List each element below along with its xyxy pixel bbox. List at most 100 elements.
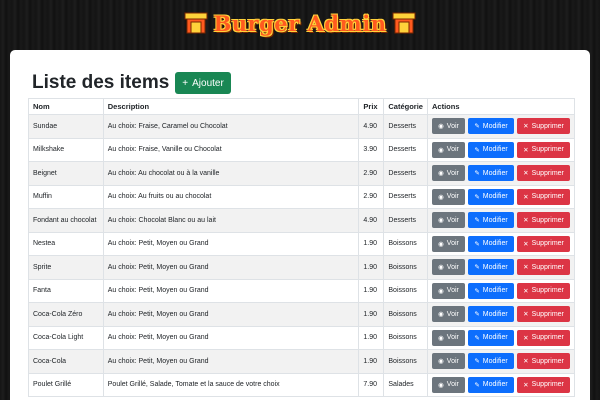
burger-shop-icon [184,12,208,34]
view-button[interactable]: ◉ Voir [432,235,465,252]
item-actions: ◉ Voir ✎ Modifier ✕ Supprimer [427,137,575,162]
edit-button[interactable]: ✎ Modifier [468,188,514,205]
brand-title: Burger Admin [213,10,387,36]
edit-button[interactable]: ✎ Modifier [468,212,514,229]
eye-icon: ◉ [438,217,444,225]
table-header-row: Nom Description Prix Catégorie Actions [28,98,575,115]
edit-button[interactable]: ✎ Modifier [468,235,514,252]
edit-label: Modifier [482,357,508,365]
edit-button[interactable]: ✎ Modifier [468,165,514,182]
edit-label: Modifier [482,240,508,248]
delete-label: Supprimer [531,169,564,177]
items-card: Liste des items + Ajouter Nom Descriptio… [10,50,590,400]
delete-button[interactable]: ✕ Supprimer [517,141,570,158]
pencil-icon: ✎ [474,358,480,366]
edit-button[interactable]: ✎ Modifier [468,329,514,346]
view-button[interactable]: ◉ Voir [432,141,465,158]
x-icon: ✕ [523,358,529,366]
delete-button[interactable]: ✕ Supprimer [517,329,570,346]
view-button[interactable]: ◉ Voir [432,353,465,370]
view-button[interactable]: ◉ Voir [432,376,465,393]
delete-button[interactable]: ✕ Supprimer [517,282,570,299]
header-name: Nom [28,98,104,115]
edit-label: Modifier [482,310,508,318]
view-label: Voir [446,169,459,177]
item-category: Desserts [383,184,428,209]
item-name: Beignet [28,161,104,186]
delete-button[interactable]: ✕ Supprimer [517,235,570,252]
edit-label: Modifier [482,146,508,154]
edit-button[interactable]: ✎ Modifier [468,141,514,158]
x-icon: ✕ [523,170,529,178]
item-actions: ◉ Voir ✎ Modifier ✕ Supprimer [427,114,575,139]
edit-label: Modifier [482,287,508,295]
view-label: Voir [446,334,459,342]
item-price: 1.90 [358,349,385,374]
delete-button[interactable]: ✕ Supprimer [517,188,570,205]
item-price: 1.90 [358,278,385,303]
edit-button[interactable]: ✎ Modifier [468,259,514,276]
x-icon: ✕ [523,311,529,319]
item-price: 3.90 [358,137,385,162]
edit-label: Modifier [482,193,508,201]
item-description: Au choix: Au chocolat ou à la vanille [102,161,360,186]
item-name: Fanta [28,278,104,303]
item-actions: ◉ Voir ✎ Modifier ✕ Supprimer [427,184,575,209]
add-button-label: Ajouter [192,77,224,89]
item-description: Au choix: Au fruits ou au chocolat [102,184,360,209]
table-row: Muffin Au choix: Au fruits ou au chocola… [28,184,575,209]
delete-button[interactable]: ✕ Supprimer [517,212,570,229]
view-label: Voir [446,146,459,154]
item-name: Coca-Cola [28,349,104,374]
view-button[interactable]: ◉ Voir [432,282,465,299]
edit-button[interactable]: ✎ Modifier [468,306,514,323]
view-button[interactable]: ◉ Voir [432,165,465,182]
delete-button[interactable]: ✕ Supprimer [517,259,570,276]
eye-icon: ◉ [438,358,444,366]
table-row: Beignet Au choix: Au chocolat ou à la va… [28,161,575,186]
item-description: Au choix: Petit, Moyen ou Grand [102,278,360,303]
delete-button[interactable]: ✕ Supprimer [517,118,570,135]
item-price: 4.90 [358,114,385,139]
delete-label: Supprimer [531,287,564,295]
view-button[interactable]: ◉ Voir [432,306,465,323]
view-button[interactable]: ◉ Voir [432,118,465,135]
x-icon: ✕ [523,264,529,272]
delete-button[interactable]: ✕ Supprimer [517,376,570,393]
view-button[interactable]: ◉ Voir [432,188,465,205]
edit-button[interactable]: ✎ Modifier [468,282,514,299]
pencil-icon: ✎ [474,240,480,248]
item-actions: ◉ Voir ✎ Modifier ✕ Supprimer [427,278,575,303]
item-description: Au choix: Petit, Moyen ou Grand [102,349,360,374]
delete-button[interactable]: ✕ Supprimer [517,306,570,323]
x-icon: ✕ [523,287,529,295]
eye-icon: ◉ [438,264,444,272]
item-category: Desserts [383,161,428,186]
header-category: Catégorie [383,98,428,115]
edit-label: Modifier [482,334,508,342]
delete-button[interactable]: ✕ Supprimer [517,353,570,370]
delete-label: Supprimer [531,310,564,318]
item-price: 1.90 [358,302,385,327]
app-header: Burger Admin [0,0,600,46]
delete-label: Supprimer [531,193,564,201]
edit-button[interactable]: ✎ Modifier [468,118,514,135]
table-row: Coca-Cola Zéro Au choix: Petit, Moyen ou… [28,302,575,327]
delete-button[interactable]: ✕ Supprimer [517,165,570,182]
eye-icon: ◉ [438,381,444,389]
view-button[interactable]: ◉ Voir [432,329,465,346]
table-row: Nestea Au choix: Petit, Moyen ou Grand 1… [28,231,575,256]
edit-button[interactable]: ✎ Modifier [468,376,514,393]
item-name: Sprite [28,255,104,280]
delete-label: Supprimer [531,146,564,154]
x-icon: ✕ [523,193,529,201]
view-button[interactable]: ◉ Voir [432,212,465,229]
item-category: Boissons [383,349,428,374]
view-button[interactable]: ◉ Voir [432,259,465,276]
header-price: Prix [358,98,385,115]
view-label: Voir [446,357,459,365]
edit-button[interactable]: ✎ Modifier [468,353,514,370]
item-price: 2.90 [358,184,385,209]
add-item-button[interactable]: + Ajouter [175,72,231,94]
item-category: Boissons [383,255,428,280]
